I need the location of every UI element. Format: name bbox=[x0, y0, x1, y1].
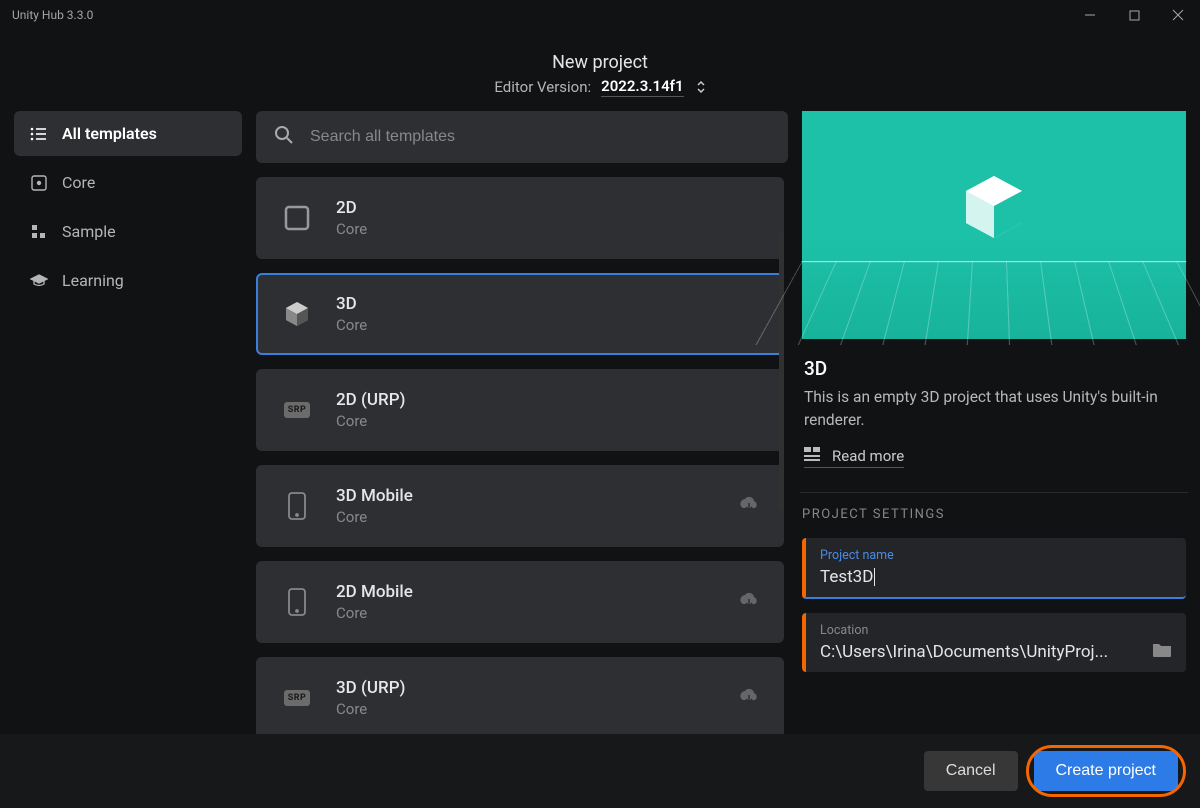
readmore-label: Read more bbox=[832, 447, 904, 465]
square-dot-icon bbox=[30, 174, 48, 192]
template-card[interactable]: 2D Mobile Core bbox=[256, 561, 784, 643]
minimize-button[interactable] bbox=[1080, 6, 1100, 25]
template-title: 3D Mobile bbox=[336, 486, 716, 506]
templates-list: 2D Core 3D Core SRP 2D (URP) Core 3D Mobile Core… bbox=[256, 177, 788, 739]
sidebar-item-core[interactable]: Core bbox=[14, 160, 242, 205]
cube-icon bbox=[280, 297, 314, 331]
sidebar-item-label: Core bbox=[62, 173, 95, 192]
sidebar-item-all-templates[interactable]: All templates bbox=[14, 111, 242, 156]
close-button[interactable] bbox=[1168, 6, 1188, 25]
template-text: 2D Core bbox=[336, 198, 760, 238]
text-cursor bbox=[874, 568, 875, 586]
template-text: 2D (URP) Core bbox=[336, 390, 760, 430]
cube-icon bbox=[954, 168, 1034, 248]
template-title: 2D Mobile bbox=[336, 582, 716, 602]
search-icon bbox=[274, 125, 294, 149]
template-card[interactable]: 2D Core bbox=[256, 177, 784, 259]
chevron-updown-icon[interactable] bbox=[696, 80, 706, 94]
template-text: 3D Mobile Core bbox=[336, 486, 716, 526]
page-header: New project Editor Version: 2022.3.14f1 bbox=[0, 30, 1200, 111]
phone-icon bbox=[280, 489, 314, 523]
template-title: 3D bbox=[336, 294, 760, 314]
template-subtitle: Core bbox=[336, 316, 760, 334]
template-card[interactable]: SRP 3D (URP) Core bbox=[256, 657, 784, 739]
template-detail-description: This is an empty 3D project that uses Un… bbox=[804, 386, 1184, 433]
search-input[interactable] bbox=[310, 128, 770, 146]
page-title: New project bbox=[0, 52, 1200, 73]
template-card[interactable]: 3D Mobile Core bbox=[256, 465, 784, 547]
titlebar: Unity Hub 3.3.0 bbox=[0, 0, 1200, 30]
readmore-icon bbox=[804, 447, 820, 465]
editor-version-row: Editor Version: 2022.3.14f1 bbox=[0, 77, 1200, 97]
folder-icon[interactable] bbox=[1152, 642, 1172, 662]
template-subtitle: Core bbox=[336, 700, 716, 718]
template-card[interactable]: SRP 2D (URP) Core bbox=[256, 369, 784, 451]
project-name-input[interactable]: Test3D bbox=[820, 567, 873, 587]
template-subtitle: Core bbox=[336, 412, 760, 430]
template-card[interactable]: 3D Core bbox=[256, 273, 784, 355]
download-icon bbox=[738, 591, 760, 613]
details-panel: 3D This is an empty 3D project that uses… bbox=[802, 111, 1186, 741]
phone-icon bbox=[280, 585, 314, 619]
project-name-field[interactable]: Project name Test3D bbox=[802, 538, 1186, 599]
location-label: Location bbox=[820, 623, 1172, 638]
window-controls bbox=[1080, 6, 1188, 25]
list-icon bbox=[30, 125, 48, 143]
template-subtitle: Core bbox=[336, 604, 716, 622]
template-title: 2D (URP) bbox=[336, 390, 760, 410]
editor-version-dropdown[interactable]: 2022.3.14f1 bbox=[601, 77, 683, 97]
sidebar-item-label: Learning bbox=[62, 271, 124, 290]
window-title: Unity Hub 3.3.0 bbox=[12, 8, 93, 22]
project-settings-header: PROJECT SETTINGS bbox=[802, 507, 1186, 522]
graduation-icon bbox=[30, 272, 48, 290]
sidebar-item-sample[interactable]: Sample bbox=[14, 209, 242, 254]
template-text: 3D (URP) Core bbox=[336, 678, 716, 718]
square-outline-icon bbox=[280, 201, 314, 235]
project-name-label: Project name bbox=[820, 548, 1172, 563]
download-icon bbox=[738, 495, 760, 517]
sidebar-item-label: All templates bbox=[62, 124, 157, 143]
sidebar: All templates Core Sample Learning bbox=[14, 111, 242, 741]
templates-column: 2D Core 3D Core SRP 2D (URP) Core 3D Mobile Core… bbox=[256, 111, 788, 741]
scrollbar[interactable] bbox=[779, 231, 784, 511]
download-icon bbox=[738, 687, 760, 709]
editor-version-label: Editor Version: bbox=[494, 78, 591, 96]
create-project-button[interactable]: Create project bbox=[1034, 751, 1179, 791]
srp-icon: SRP bbox=[280, 681, 314, 715]
sidebar-item-learning[interactable]: Learning bbox=[14, 258, 242, 303]
main-content: All templates Core Sample Learning bbox=[0, 111, 1200, 741]
maximize-button[interactable] bbox=[1124, 6, 1144, 25]
template-subtitle: Core bbox=[336, 508, 716, 526]
template-title: 3D (URP) bbox=[336, 678, 716, 698]
footer: Cancel Create project bbox=[0, 734, 1200, 808]
sidebar-item-label: Sample bbox=[62, 222, 116, 241]
template-title: 2D bbox=[336, 198, 760, 218]
template-description-block: 3D This is an empty 3D project that uses… bbox=[802, 339, 1186, 478]
blocks-icon bbox=[30, 223, 48, 241]
template-preview-image bbox=[802, 111, 1186, 339]
location-value: C:\Users\Irina\Documents\UnityProj... bbox=[820, 642, 1108, 662]
cancel-button[interactable]: Cancel bbox=[924, 751, 1018, 791]
template-subtitle: Core bbox=[336, 220, 760, 238]
location-field[interactable]: Location C:\Users\Irina\Documents\UnityP… bbox=[802, 613, 1186, 672]
search-box[interactable] bbox=[256, 111, 788, 163]
read-more-link[interactable]: Read more bbox=[804, 447, 904, 468]
template-text: 3D Core bbox=[336, 294, 760, 334]
template-detail-title: 3D bbox=[804, 357, 1184, 380]
create-button-label: Create project bbox=[1056, 762, 1157, 779]
template-text: 2D Mobile Core bbox=[336, 582, 716, 622]
srp-icon: SRP bbox=[280, 393, 314, 427]
